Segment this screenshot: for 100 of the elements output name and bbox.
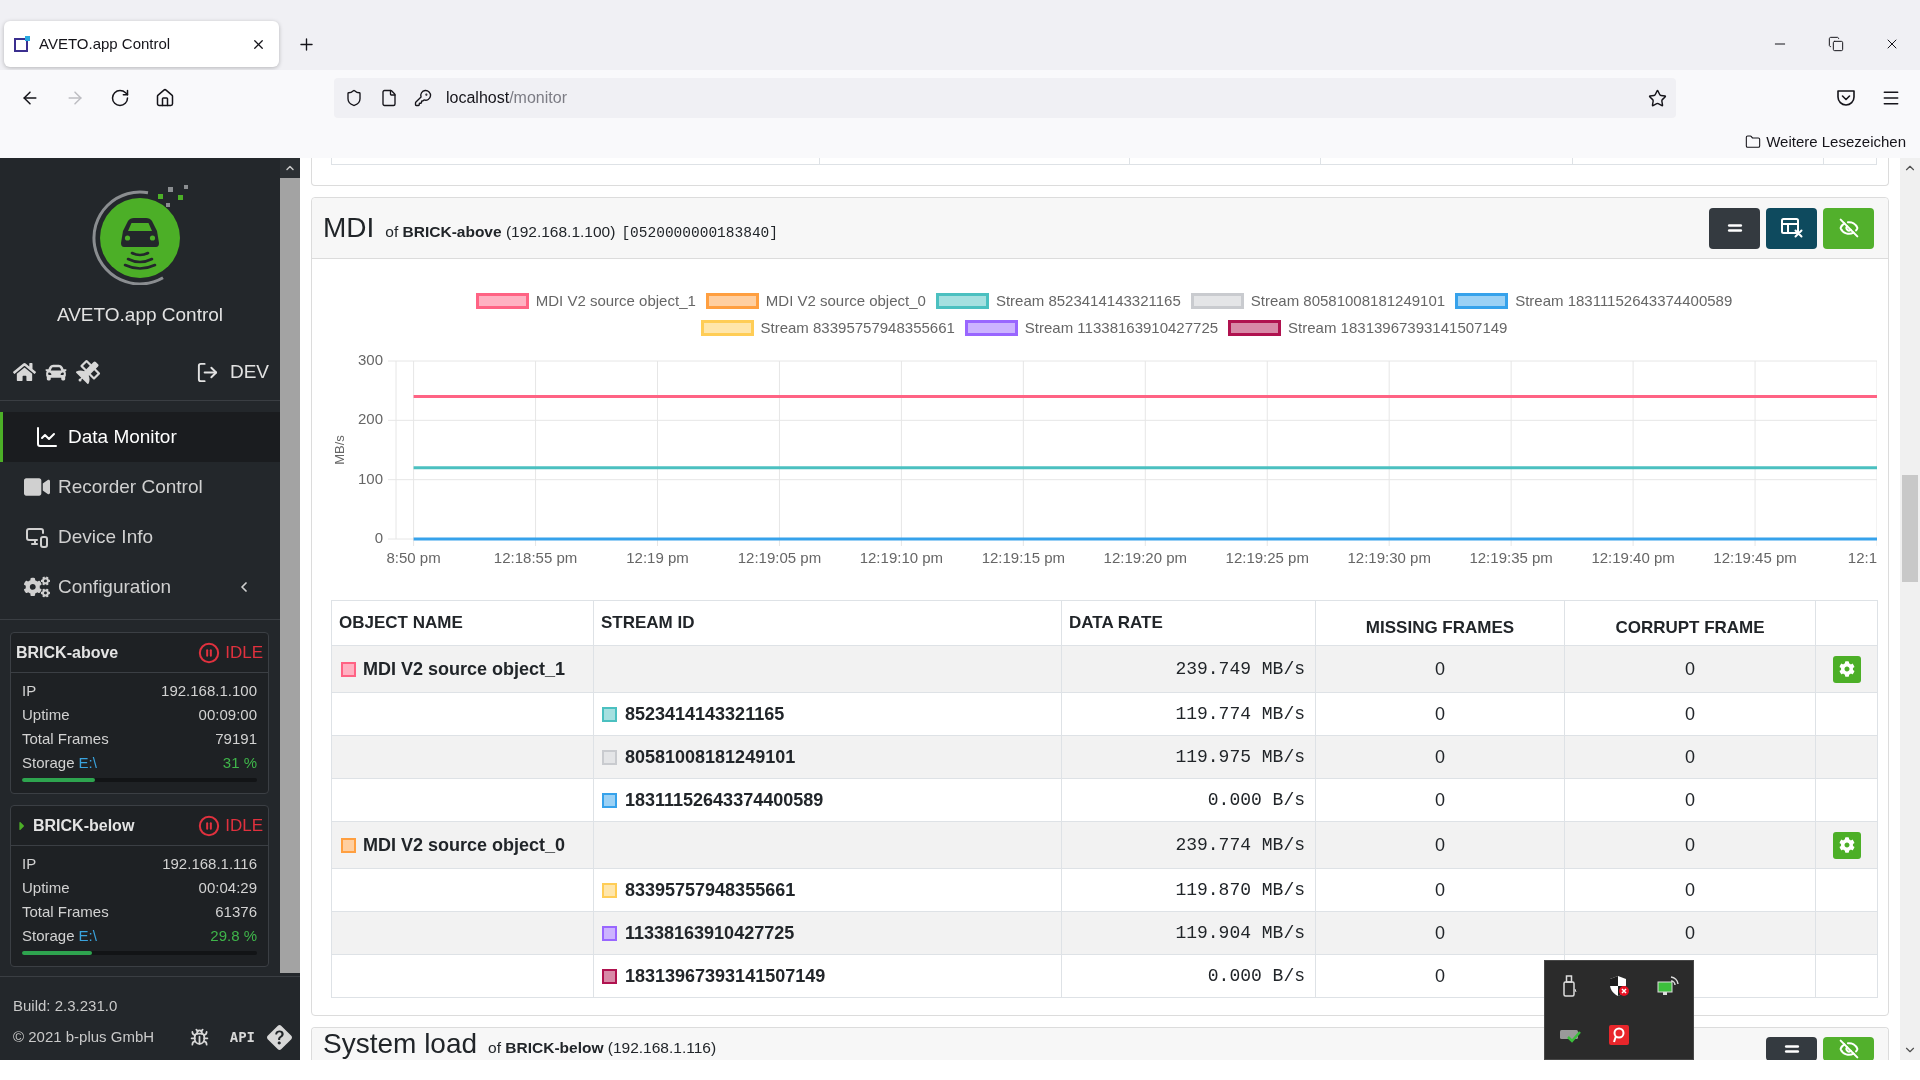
scrollbar-thumb[interactable] — [280, 178, 300, 973]
collapse-button[interactable] — [1766, 1037, 1817, 1060]
satellite-icon[interactable] — [75, 360, 101, 384]
hide-button[interactable] — [1823, 207, 1874, 249]
panel-subtitle: of BRICK-above (192.168.1.100) — [385, 221, 616, 242]
stream-id: 18311152643374400589 — [625, 788, 824, 812]
missing-frames-count: 0 — [1435, 703, 1445, 724]
corrupt-frames-count: 0 — [1685, 746, 1695, 767]
shield-x-icon[interactable] — [1608, 974, 1630, 997]
storage-reading: 31 % — [222, 752, 257, 773]
eye-off-icon — [1837, 1039, 1860, 1059]
nav-item[interactable]: Data Monitor — [0, 412, 280, 462]
page-icon[interactable] — [380, 89, 398, 107]
usb-drive-icon[interactable] — [1562, 974, 1577, 997]
x-tick-label: 12:19:40 pm — [1591, 549, 1675, 566]
nav-item[interactable]: Recorder Control — [0, 462, 280, 512]
scroll-up-button[interactable] — [280, 158, 300, 178]
settings-button[interactable] — [1832, 655, 1861, 683]
missing-frames-count: 0 — [1435, 834, 1445, 855]
legend-item[interactable]: Stream 18311152643374400589 — [1455, 293, 1733, 309]
bug-icon[interactable] — [189, 1027, 209, 1047]
x-tick-label: 12:19:45 pm — [1713, 549, 1797, 566]
reload-icon[interactable] — [110, 88, 130, 108]
browser-tab[interactable]: AVETO.app Control — [4, 21, 279, 67]
stream-id: 8523414143321165 — [625, 702, 785, 726]
devices-icon — [24, 525, 50, 549]
status-label: IDLE — [225, 814, 263, 837]
chart-line-icon — [34, 425, 60, 449]
pause-circle-icon — [198, 641, 221, 664]
x-tick-label: 12:19 pm — [626, 549, 689, 566]
x-tick-label: 12:19:20 pm — [1103, 549, 1187, 566]
api-link[interactable]: API — [229, 1026, 255, 1048]
restore-icon[interactable] — [1828, 36, 1844, 52]
scrollbar-thumb[interactable] — [1902, 475, 1918, 582]
legend-item[interactable]: Stream 8523414143321165 — [935, 293, 1181, 309]
drive-link[interactable]: E:\ — [78, 751, 97, 775]
panel-subtitle: of BRICK-below (192.168.1.116) — [488, 1038, 717, 1058]
home-icon[interactable] — [155, 88, 175, 108]
x-tick-label: 12:19:25 pm — [1225, 549, 1309, 566]
drive-link[interactable]: E:\ — [78, 924, 97, 948]
legend-item[interactable]: Stream 18313967393141507149 — [1228, 320, 1508, 336]
x-tick-label: 12:19:35 pm — [1469, 549, 1553, 566]
bookmark-folder[interactable]: Weitere Lesezeichen — [1745, 130, 1906, 154]
star-icon[interactable] — [1648, 88, 1667, 108]
help-icon[interactable] — [267, 1024, 292, 1050]
x-tick-label: 12:18:55 pm — [493, 549, 578, 566]
field-label: Storage — [22, 752, 75, 773]
missing-frames-count: 0 — [1435, 879, 1445, 900]
corrupt-frames-count: 0 — [1685, 922, 1695, 943]
missing-frames-count: 0 — [1435, 746, 1445, 767]
logout-icon — [195, 360, 219, 384]
nav-item[interactable]: Configuration — [0, 562, 280, 612]
corrupt-frames-count: 0 — [1685, 658, 1695, 679]
stream-id: 11338163910427725 — [625, 921, 795, 945]
x-tick-label: 12:19:30 pm — [1347, 549, 1431, 566]
build-label: Build: 2.3.231.0 — [13, 997, 118, 1014]
nav-item[interactable]: Device Info — [0, 512, 280, 562]
home-icon[interactable] — [13, 361, 36, 383]
column-header: OBJECT NAME — [339, 613, 463, 633]
logout-link[interactable]: DEV — [195, 357, 269, 387]
y-tick-label: 300 — [357, 350, 383, 368]
app-badge-icon[interactable] — [1609, 1024, 1629, 1045]
menu-icon[interactable] — [1881, 88, 1901, 108]
axis-title: MB/s — [332, 435, 348, 465]
legend-item[interactable]: Stream 80581008181249101 — [1190, 293, 1446, 309]
url-field[interactable]: localhost/monitor — [334, 78, 1676, 118]
app-name: AVETO.app Control — [56, 303, 224, 327]
data-rate: 119.870 MB/s — [1175, 879, 1305, 900]
field-label: Total Frames — [22, 728, 109, 749]
storage-reading: 29.8 % — [210, 925, 257, 946]
panel-title: System load — [323, 1028, 478, 1060]
field-value: 00:04:29 — [198, 877, 257, 898]
field-label: Uptime — [22, 704, 70, 725]
x-tick-label: 12:19:15 pm — [981, 549, 1066, 566]
shield-icon[interactable] — [345, 89, 363, 107]
missing-frames-count: 0 — [1435, 922, 1445, 943]
field-value: 192.168.1.100 — [161, 680, 257, 701]
legend-item[interactable]: Stream 11338163910427725 — [964, 320, 1219, 336]
y-tick-label: 200 — [357, 410, 383, 428]
pause-circle-icon — [198, 814, 221, 837]
folder-icon — [1745, 134, 1762, 150]
device-name: BRICK-above — [16, 642, 119, 663]
key-icon[interactable] — [414, 89, 432, 107]
settings-button[interactable] — [1832, 831, 1861, 859]
x-tick-label: 8:50 pm — [386, 549, 441, 566]
field-value: 79191 — [215, 728, 257, 749]
legend-item[interactable]: MDI V2 source object_1 — [475, 293, 696, 309]
field-label: Uptime — [22, 877, 70, 898]
field-label: IP — [22, 680, 37, 701]
collapse-button[interactable] — [1709, 207, 1760, 249]
field-value: 192.168.1.116 — [162, 853, 257, 874]
monitor-signal-icon[interactable] — [1657, 975, 1680, 996]
chevron-shield-icon[interactable] — [1836, 88, 1856, 108]
legend-item[interactable]: MDI V2 source object_0 — [705, 293, 926, 309]
y-tick-label: 100 — [357, 469, 383, 487]
legend-item[interactable]: Stream 83395757948355661 — [700, 320, 955, 336]
column-header: DATA RATE — [1069, 613, 1163, 633]
hide-button[interactable] — [1823, 1037, 1874, 1060]
stream-id: 80581008181249101 — [625, 745, 796, 769]
table-toggle-button[interactable] — [1766, 207, 1817, 249]
